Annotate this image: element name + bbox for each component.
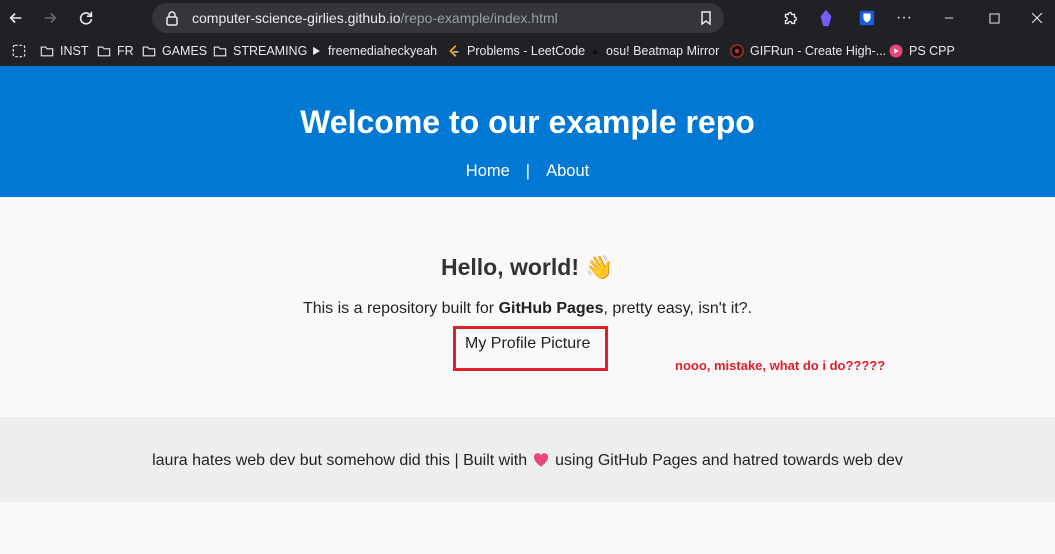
bookmark-label: INST — [60, 44, 89, 58]
back-button[interactable] — [4, 6, 28, 30]
browser-chrome: computer-science-girlies.github.io/repo-… — [0, 0, 1055, 66]
arrow-right-icon — [44, 12, 57, 24]
hello-text: Hello, world! — [440, 254, 579, 280]
maximize-button[interactable] — [983, 7, 1005, 29]
main-content: Hello, world! 👋 This is a repository bui… — [0, 197, 1055, 417]
intro-text-before: This is a repository built for — [302, 300, 499, 317]
footer-text-before: laura hates web dev but somehow did this… — [152, 452, 528, 469]
minimize-icon — [944, 17, 954, 19]
intro-paragraph: This is a repository built for GitHub Pa… — [0, 300, 1055, 318]
extensions-button[interactable] — [779, 7, 801, 29]
bookmark-label: osu! Beatmap Mirror — [606, 44, 720, 58]
bookmark-label: FR — [117, 44, 134, 58]
folder-icon — [40, 46, 54, 57]
lock-icon — [166, 11, 178, 26]
url-domain: computer-science-girlies.github.io — [192, 10, 401, 26]
bookmark-fr[interactable]: FR — [97, 42, 134, 60]
folder-icon — [213, 46, 227, 57]
bookmark-ps-cpp[interactable]: PS CPP — [889, 42, 955, 60]
heart-icon — [534, 453, 549, 467]
url-text: computer-science-girlies.github.io/repo-… — [192, 10, 558, 26]
bookmark-leetcode[interactable]: Problems - LeetCode — [447, 42, 585, 60]
nav-about-link[interactable]: About — [546, 162, 589, 181]
close-button[interactable] — [1026, 7, 1048, 29]
site-header: Welcome to our example repo Home | About — [0, 66, 1055, 197]
osu-icon — [591, 47, 599, 55]
bookmark-inst[interactable]: INST — [40, 42, 88, 60]
footer-text-after: using GitHub Pages and hatred towards we… — [555, 452, 903, 469]
forward-button[interactable] — [38, 6, 62, 30]
menu-button[interactable]: ··· — [893, 7, 915, 29]
reload-icon — [79, 11, 93, 25]
bitwarden-extension-button[interactable] — [856, 7, 878, 29]
tab-search-icon — [12, 44, 26, 58]
play-icon — [313, 46, 320, 56]
intro-text-after: , pretty easy, isn't it?. — [603, 300, 753, 317]
footer-text: laura hates web dev but somehow did this… — [0, 452, 1055, 470]
puzzle-icon — [784, 11, 797, 25]
arrow-left-icon — [9, 12, 22, 24]
bookmark-osu[interactable]: osu! Beatmap Mirror — [590, 42, 719, 60]
bookmark-label: Problems - LeetCode — [467, 44, 586, 58]
page-title: Welcome to our example repo — [300, 104, 755, 140]
bookmark-icon[interactable] — [698, 10, 714, 26]
gifrun-icon — [730, 44, 744, 58]
more-icon: ··· — [896, 9, 912, 26]
shield-icon — [859, 10, 875, 26]
hello-heading: Hello, world! 👋 — [0, 254, 1055, 281]
bookmark-gifrun[interactable]: GIFRun - Create High-... — [730, 42, 886, 60]
page-bottom — [0, 502, 1055, 554]
reload-button[interactable] — [74, 6, 98, 30]
annotation-text: nooo, mistake, what do i do????? — [675, 358, 886, 373]
waving-hand-icon: 👋 — [585, 254, 615, 280]
nav-home-link[interactable]: Home — [466, 162, 510, 181]
maximize-icon — [988, 12, 1000, 24]
site-nav: Home | About — [0, 162, 1055, 181]
folder-icon — [97, 46, 111, 57]
site-footer: laura hates web dev but somehow did this… — [0, 417, 1055, 502]
bookmark-label: GIFRun - Create High-... — [750, 44, 887, 58]
bookmark-label: STREAMING — [233, 44, 308, 58]
bookmark-freemediaheckyeah[interactable]: freemediaheckyeah — [311, 42, 437, 60]
bookmarks-bar: INST FR GAMES STREAMING freemediaheckyea… — [0, 38, 1055, 64]
bookmark-streaming[interactable]: STREAMING — [213, 42, 307, 60]
bookmark-label: PS CPP — [909, 44, 955, 58]
address-bar[interactable]: computer-science-girlies.github.io/repo-… — [152, 3, 724, 33]
profile-picture-alt-text: My Profile Picture — [465, 335, 591, 352]
obsidian-extension-button[interactable] — [815, 7, 837, 29]
ps-cpp-icon — [889, 44, 903, 58]
bookmark-label: freemediaheckyeah — [328, 44, 438, 58]
tab-search-button[interactable] — [12, 42, 26, 60]
folder-icon — [142, 46, 156, 57]
leetcode-icon — [449, 45, 459, 57]
close-icon — [1031, 12, 1043, 24]
bookmark-label: GAMES — [162, 44, 208, 58]
url-path: /repo-example/index.html — [400, 10, 558, 26]
bookmark-games[interactable]: GAMES — [142, 42, 207, 60]
minimize-button[interactable] — [938, 7, 960, 29]
nav-separator: | — [525, 162, 531, 180]
browser-toolbar: computer-science-girlies.github.io/repo-… — [0, 0, 1055, 36]
intro-bold-text: GitHub Pages — [498, 300, 604, 317]
crystal-icon — [820, 9, 832, 27]
